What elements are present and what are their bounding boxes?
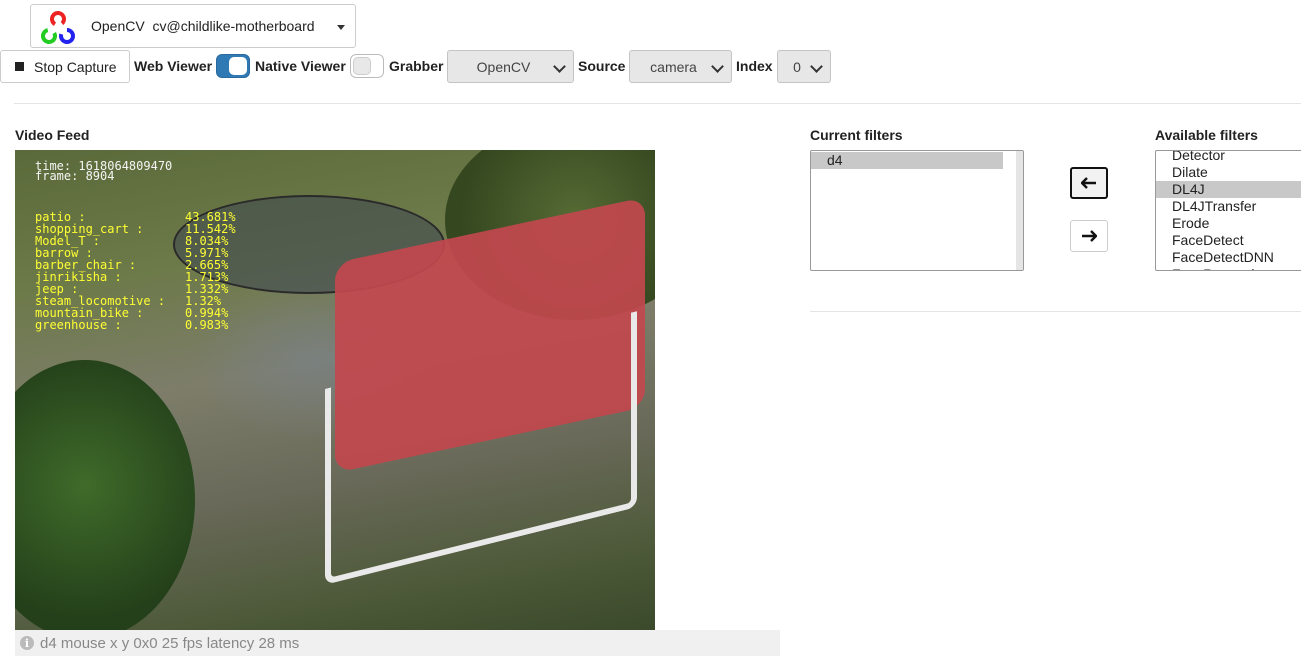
native-viewer-toggle[interactable] (350, 54, 384, 78)
video-feed-title: Video Feed (15, 127, 90, 143)
grabber-label: Grabber (389, 58, 444, 74)
current-filter-item[interactable]: d4 (811, 152, 1003, 169)
frame-overlay: frame: 8904 (35, 169, 115, 183)
classification-value: 0.983% (185, 318, 229, 332)
available-filter-item[interactable]: Erode (1156, 215, 1301, 232)
move-left-button[interactable] (1070, 167, 1108, 199)
service-label: OpenCV cv@childlike-motherboard (91, 18, 315, 34)
foreground-bush (15, 360, 195, 630)
index-label: Index (736, 58, 773, 74)
arrow-left-icon (1081, 177, 1096, 189)
move-right-button[interactable] (1070, 220, 1108, 252)
current-filters-title: Current filters (810, 127, 903, 143)
classification-row: greenhouse : 0.983% (35, 318, 228, 332)
available-filter-item[interactable]: Dilate (1156, 164, 1301, 181)
source-label: Source (578, 58, 626, 74)
toggle-knob (353, 57, 371, 75)
arrow-right-icon (1082, 230, 1097, 242)
toggle-knob (229, 57, 247, 75)
chevron-down-icon (810, 60, 823, 73)
native-viewer-label: Native Viewer (255, 58, 346, 74)
grabber-value: OpenCV (476, 58, 531, 75)
service-selector[interactable]: OpenCV cv@childlike-motherboard (30, 4, 356, 48)
divider (810, 311, 1301, 312)
chevron-down-icon (711, 60, 724, 73)
available-filter-item[interactable]: Detector (1156, 151, 1301, 164)
available-filters-title: Available filters (1155, 127, 1258, 143)
grabber-select[interactable]: OpenCV (447, 50, 574, 83)
opencv-logo-icon (41, 11, 75, 44)
stop-capture-button[interactable]: Stop Capture (0, 50, 130, 83)
toolbar: Stop Capture Web Viewer Native Viewer Gr… (0, 50, 1301, 84)
stop-capture-label: Stop Capture (34, 58, 117, 75)
stop-icon (15, 62, 24, 71)
divider (14, 103, 1301, 104)
video-status-bar: i d4 mouse x y 0x0 25 fps latency 28 ms (15, 630, 780, 656)
service-name: OpenCV (91, 18, 145, 34)
video-status-text: d4 mouse x y 0x0 25 fps latency 28 ms (40, 634, 300, 652)
video-feed[interactable]: time: 1618064809470 frame: 8904 patio :4… (15, 150, 655, 630)
info-icon: i (20, 636, 34, 650)
web-viewer-toggle[interactable] (216, 54, 250, 78)
scrollbar[interactable] (1016, 151, 1023, 270)
available-filter-item[interactable]: FaceDetectDNN (1156, 249, 1301, 266)
index-value: 0 (793, 58, 801, 75)
source-select[interactable]: camera (629, 50, 732, 83)
index-select[interactable]: 0 (777, 50, 831, 83)
current-filters-list[interactable]: d4 (810, 150, 1024, 271)
service-address: cv@childlike-motherboard (152, 18, 315, 34)
available-filters-list[interactable]: Detector Dilate DL4J DL4JTransfer Erode FaceD… (1155, 150, 1301, 271)
available-filter-item[interactable]: FaceDetect (1156, 232, 1301, 249)
chevron-down-icon (553, 60, 566, 73)
source-value: camera (650, 58, 697, 75)
available-filter-item[interactable]: DL4JTransfer (1156, 198, 1301, 215)
available-filter-item[interactable]: FaceRecognizer (1156, 266, 1301, 270)
caret-down-icon (337, 25, 345, 30)
web-viewer-label: Web Viewer (134, 58, 213, 74)
available-filter-item[interactable]: DL4J (1156, 181, 1301, 198)
classification-label: greenhouse : (35, 318, 122, 332)
